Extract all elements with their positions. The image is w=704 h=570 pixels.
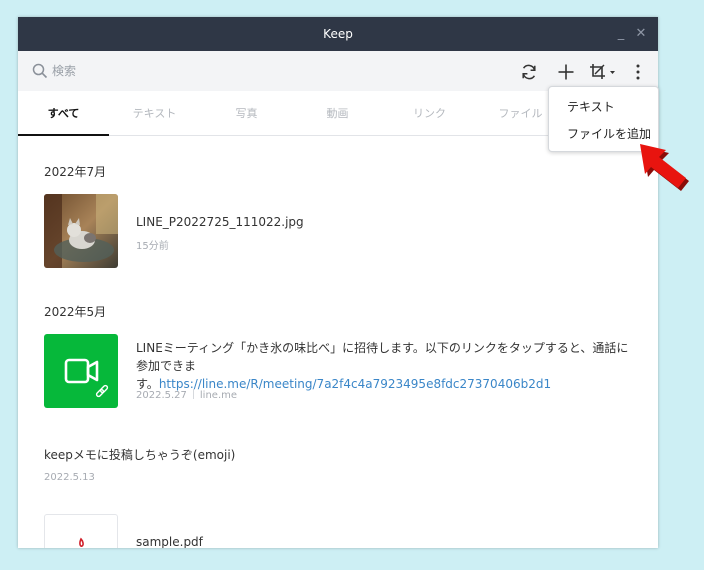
meta-divider [192, 389, 194, 399]
tab-text[interactable]: テキスト [109, 91, 200, 136]
section-title: 2022年7月 [44, 165, 107, 179]
search-input[interactable] [52, 61, 252, 81]
meeting-meta: 2022.5.27 line.me [136, 389, 237, 401]
photo-time-ago: 15分前 [136, 241, 169, 252]
photo-file-name[interactable]: LINE_P2022725_111022.jpg [136, 215, 304, 229]
tab-all[interactable]: すべて [18, 91, 109, 136]
more-icon[interactable] [630, 62, 646, 82]
meeting-text-line1: LINEミーティング「かき氷の味比べ」に招待します。以下のリンクをタップすると、… [136, 341, 629, 373]
close-button[interactable]: ✕ [632, 17, 650, 51]
title-bar: Keep _ ✕ [18, 17, 658, 51]
meeting-message[interactable]: LINEミーティング「かき氷の味比べ」に招待します。以下のリンクをタップすると、… [136, 339, 636, 393]
window-title: Keep [323, 27, 353, 41]
section-title: 2022年5月 [44, 305, 107, 319]
refresh-icon[interactable] [519, 62, 539, 82]
meeting-source: line.me [199, 390, 238, 401]
tab-link[interactable]: リンク [384, 91, 475, 136]
photo-thumbnail[interactable] [44, 194, 118, 268]
memo-text[interactable]: keepメモに投稿しちゃうぞ(emoji) [44, 446, 235, 463]
pdf-file-name[interactable]: sample.pdf [136, 535, 203, 548]
pdf-icon [79, 537, 84, 547]
red-arrow-pointer-icon [640, 144, 689, 191]
meeting-thumbnail[interactable] [44, 334, 118, 408]
pdf-file-thumbnail[interactable] [44, 514, 118, 548]
search-icon [32, 63, 48, 79]
plus-icon[interactable] [556, 62, 576, 82]
active-tab-indicator [18, 134, 109, 136]
memo-date: 2022.5.13 [44, 472, 95, 483]
crop-icon[interactable] [588, 62, 618, 82]
video-camera-icon [64, 358, 109, 398]
meeting-date: 2022.5.27 [136, 390, 187, 401]
toolbar [18, 51, 658, 91]
tab-video[interactable]: 動画 [292, 91, 383, 136]
cat-photo-image [44, 194, 118, 268]
tab-photo[interactable]: 写真 [201, 91, 292, 136]
menu-item-text[interactable]: テキスト [567, 98, 615, 115]
minimize-button[interactable]: _ [612, 17, 630, 51]
